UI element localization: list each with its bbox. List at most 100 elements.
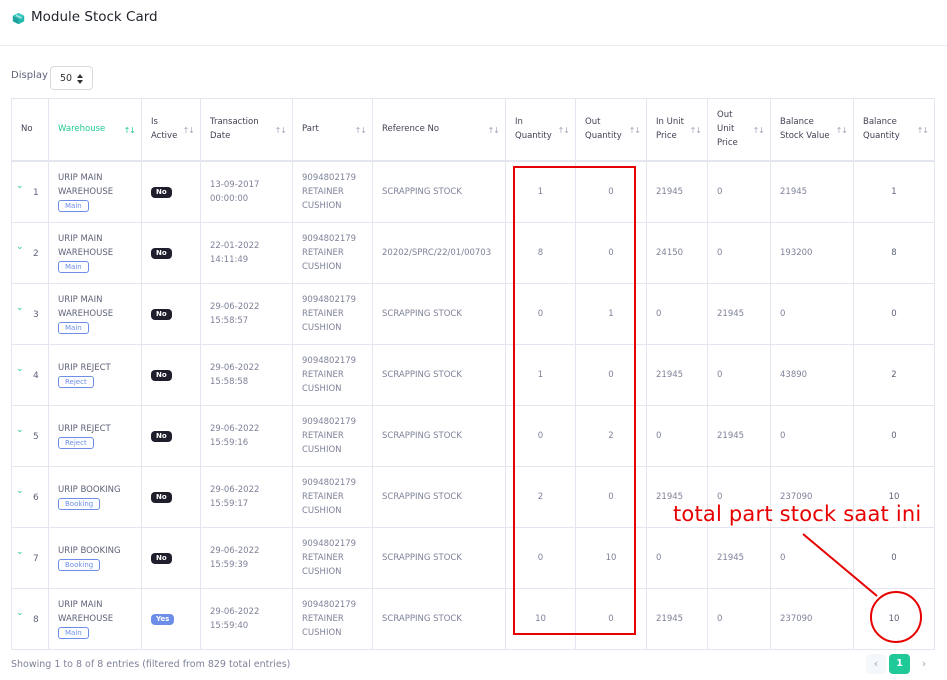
cell-reference-no: SCRAPPING STOCK [372, 344, 506, 406]
row-number: 5 [33, 432, 39, 442]
active-status-badge: No [151, 370, 172, 381]
warehouse-type-badge: Reject [58, 376, 94, 388]
part-number: 9094802179 [302, 356, 357, 366]
cell-balance-quantity: 8 [853, 222, 935, 284]
chevron-down-icon[interactable]: ⌄ [16, 606, 24, 620]
sort-arrows-icon: ↑↓ [916, 126, 929, 136]
cell-no: ⌄ 7 [11, 527, 49, 589]
transaction-time: 15:58:58 [210, 377, 249, 387]
cell-transaction-date: 29-06-2022 15:58:58 [200, 344, 293, 406]
cell-no: ⌄ 5 [11, 405, 49, 467]
col-header-is-active[interactable]: Is Active ↑↓ [141, 98, 201, 161]
pagination-next-button[interactable]: › [914, 654, 934, 674]
cell-is-active: No [141, 527, 201, 589]
cell-warehouse: URIP REJECT Reject [48, 405, 142, 467]
cell-balance-quantity: 2 [853, 344, 935, 406]
chevron-down-icon[interactable]: ⌄ [16, 423, 24, 437]
part-name: RETAINER CUSHION [302, 309, 344, 333]
sort-arrows-icon: ↑↓ [182, 126, 195, 136]
transaction-time: 15:59:40 [210, 621, 249, 631]
transaction-date: 29-06-2022 [210, 302, 260, 312]
cell-balance-stock-value: 237090 [770, 588, 854, 650]
warehouse-name: URIP REJECT [58, 363, 111, 373]
cell-out-unit-price: 0 [707, 344, 771, 406]
col-header-transaction-date[interactable]: Transaction Date ↑↓ [200, 98, 293, 161]
col-header-part[interactable]: Part ↑↓ [292, 98, 373, 161]
transaction-time: 00:00:00 [210, 193, 249, 204]
transaction-time: 15:59:16 [210, 438, 249, 448]
sort-arrows-icon: ↑↓ [123, 126, 136, 136]
cell-reference-no: SCRAPPING STOCK [372, 466, 506, 528]
cell-transaction-date: 29-06-2022 15:59:17 [200, 466, 293, 528]
pagination-page-1[interactable]: 1 [889, 654, 910, 674]
cell-transaction-date: 29-06-2022 15:59:39 [200, 527, 293, 589]
warehouse-type-badge: Reject [58, 437, 94, 449]
cell-no: ⌄ 2 [11, 222, 49, 284]
warehouse-name: URIP MAIN WAREHOUSE [58, 600, 114, 624]
active-status-badge: No [151, 492, 172, 503]
page-length-select[interactable]: 50 [50, 66, 93, 90]
table-header-row: No Warehouse ↑↓ Is Active ↑↓ Transaction D… [11, 98, 935, 161]
col-header-reference-no[interactable]: Reference No ↑↓ [372, 98, 506, 161]
part-name: RETAINER CUSHION [302, 553, 344, 577]
sort-arrows-icon: ↑↓ [354, 126, 367, 136]
chevron-down-icon[interactable]: ⌄ [16, 484, 24, 498]
cell-part: 9094802179 RETAINER CUSHION [292, 283, 373, 345]
cell-reference-no: 20202/SPRC/22/01/00703 [372, 222, 506, 284]
transaction-date: 29-06-2022 [210, 424, 260, 434]
cell-warehouse: URIP REJECT Reject [48, 344, 142, 406]
row-number: 4 [33, 371, 39, 381]
col-header-warehouse[interactable]: Warehouse ↑↓ [48, 98, 142, 161]
chevron-down-icon[interactable]: ⌄ [16, 301, 24, 315]
chevron-down-icon[interactable]: ⌄ [16, 179, 24, 193]
transaction-time: 14:11:49 [210, 255, 249, 265]
sort-arrows-icon: ↑↓ [628, 126, 641, 136]
cell-reference-no: SCRAPPING STOCK [372, 405, 506, 467]
cell-reference-no: SCRAPPING STOCK [372, 588, 506, 650]
warehouse-type-badge: Booking [58, 559, 101, 571]
transaction-time: 15:59:17 [210, 499, 249, 509]
table-row: ⌄ 8 URIP MAIN WAREHOUSE Main Yes 29-06-2022 15… [11, 588, 935, 650]
table-row: ⌄ 3 URIP MAIN WAREHOUSE Main No 29-06-2022 15:… [11, 283, 935, 345]
display-label: Display [11, 70, 48, 81]
chevron-down-icon[interactable]: ⌄ [16, 240, 24, 254]
col-header-no[interactable]: No [11, 98, 49, 161]
col-header-balance-quantity[interactable]: Balance Quantity ↑↓ [853, 98, 935, 161]
cell-balance-stock-value: 21945 [770, 160, 854, 223]
col-header-balance-stock-value[interactable]: Balance Stock Value ↑↓ [770, 98, 854, 161]
cell-reference-no: SCRAPPING STOCK [372, 527, 506, 589]
warehouse-name: URIP BOOKING [58, 546, 121, 556]
cell-part: 9094802179 RETAINER CUSHION [292, 588, 373, 650]
col-header-in-quantity[interactable]: In Quantity ↑↓ [505, 98, 576, 161]
chevron-down-icon[interactable]: ⌄ [16, 362, 24, 376]
cell-reference-no: SCRAPPING STOCK [372, 160, 506, 223]
active-status-badge: No [151, 431, 172, 442]
warehouse-type-badge: Main [58, 199, 89, 212]
cell-part: 9094802179 RETAINER CUSHION [292, 527, 373, 589]
pagination-prev-button[interactable]: ‹ [866, 654, 886, 674]
cell-transaction-date: 22-01-2022 14:11:49 [200, 222, 293, 284]
table-row: ⌄ 5 URIP REJECT Reject No 29-06-2022 15:59:16 9… [11, 405, 935, 467]
col-header-out-unit-price[interactable]: Out Unit Price ↑↓ [707, 98, 771, 161]
page-header: Module Stock Card [0, 0, 947, 46]
part-number: 9094802179 [302, 234, 357, 244]
sort-arrows-icon: ↑↓ [689, 126, 702, 136]
page-length-value: 50 [60, 73, 73, 84]
cell-warehouse: URIP MAIN WAREHOUSE Main [48, 283, 142, 345]
warehouse-type-badge: Main [58, 322, 89, 334]
part-number: 9094802179 [302, 295, 357, 305]
annotation-text: total part stock saat ini [673, 502, 922, 526]
row-number: 2 [33, 249, 39, 259]
row-number: 6 [33, 493, 39, 503]
col-header-in-unit-price[interactable]: In Unit Price ↑↓ [646, 98, 708, 161]
transaction-time: 15:59:39 [210, 560, 249, 570]
chevron-down-icon[interactable]: ⌄ [16, 545, 24, 559]
cell-part: 9094802179 RETAINER CUSHION [292, 344, 373, 406]
cell-part: 9094802179 RETAINER CUSHION [292, 466, 373, 528]
row-number: 1 [33, 187, 39, 198]
cell-is-active: No [141, 466, 201, 528]
transaction-date: 13-09-2017 [210, 179, 260, 190]
col-header-out-quantity[interactable]: Out Quantity ↑↓ [575, 98, 647, 161]
table-row: ⌄ 1 URIP MAIN WAREHOUSE Main No 13-09-2017 00:… [11, 160, 935, 223]
cell-balance-stock-value: 43890 [770, 344, 854, 406]
